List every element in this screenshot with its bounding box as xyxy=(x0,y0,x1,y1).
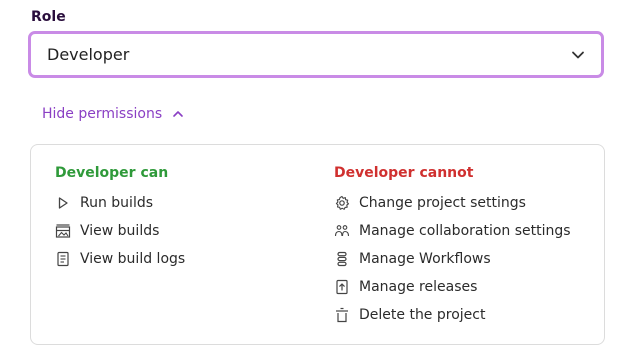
permission-item: Run builds xyxy=(55,189,185,217)
permission-item: Manage Workflows xyxy=(334,245,571,273)
permission-item: Change project settings xyxy=(334,189,571,217)
people-icon xyxy=(334,223,350,239)
builds-icon xyxy=(55,223,71,239)
chevron-down-icon xyxy=(572,51,584,59)
permission-label: Manage releases xyxy=(359,279,478,295)
permission-label: Manage Workflows xyxy=(359,251,491,267)
hide-permissions-toggle[interactable]: Hide permissions xyxy=(42,106,184,122)
can-column: Developer can Run builds View builds Vie… xyxy=(55,165,185,273)
can-heading: Developer can xyxy=(55,165,169,181)
permission-item: Manage collaboration settings xyxy=(334,217,571,245)
role-select[interactable]: Developer xyxy=(28,31,604,78)
cannot-column: Developer cannot Change project settings xyxy=(334,165,571,329)
permissions-panel: Developer can Run builds View builds Vie… xyxy=(30,144,605,345)
permission-label: View builds xyxy=(80,223,160,239)
hide-permissions-label: Hide permissions xyxy=(42,106,163,122)
workflow-icon xyxy=(334,251,350,267)
cannot-heading: Developer cannot xyxy=(334,165,474,181)
document-icon xyxy=(55,251,71,267)
permission-item: View build logs xyxy=(55,245,185,273)
role-label: Role xyxy=(31,9,66,25)
permission-label: View build logs xyxy=(80,251,186,267)
role-select-value: Developer xyxy=(47,45,130,64)
permission-label: Run builds xyxy=(80,195,154,211)
permission-label: Change project settings xyxy=(359,195,526,211)
trash-icon xyxy=(334,307,350,323)
permission-label: Delete the project xyxy=(359,307,486,323)
permission-item: Delete the project xyxy=(334,301,571,329)
release-icon xyxy=(334,279,350,295)
play-icon xyxy=(55,195,71,211)
permission-label: Manage collaboration settings xyxy=(359,223,571,239)
permission-item: Manage releases xyxy=(334,273,571,301)
gear-icon xyxy=(334,195,350,211)
permission-item: View builds xyxy=(55,217,185,245)
chevron-up-icon xyxy=(173,111,183,117)
